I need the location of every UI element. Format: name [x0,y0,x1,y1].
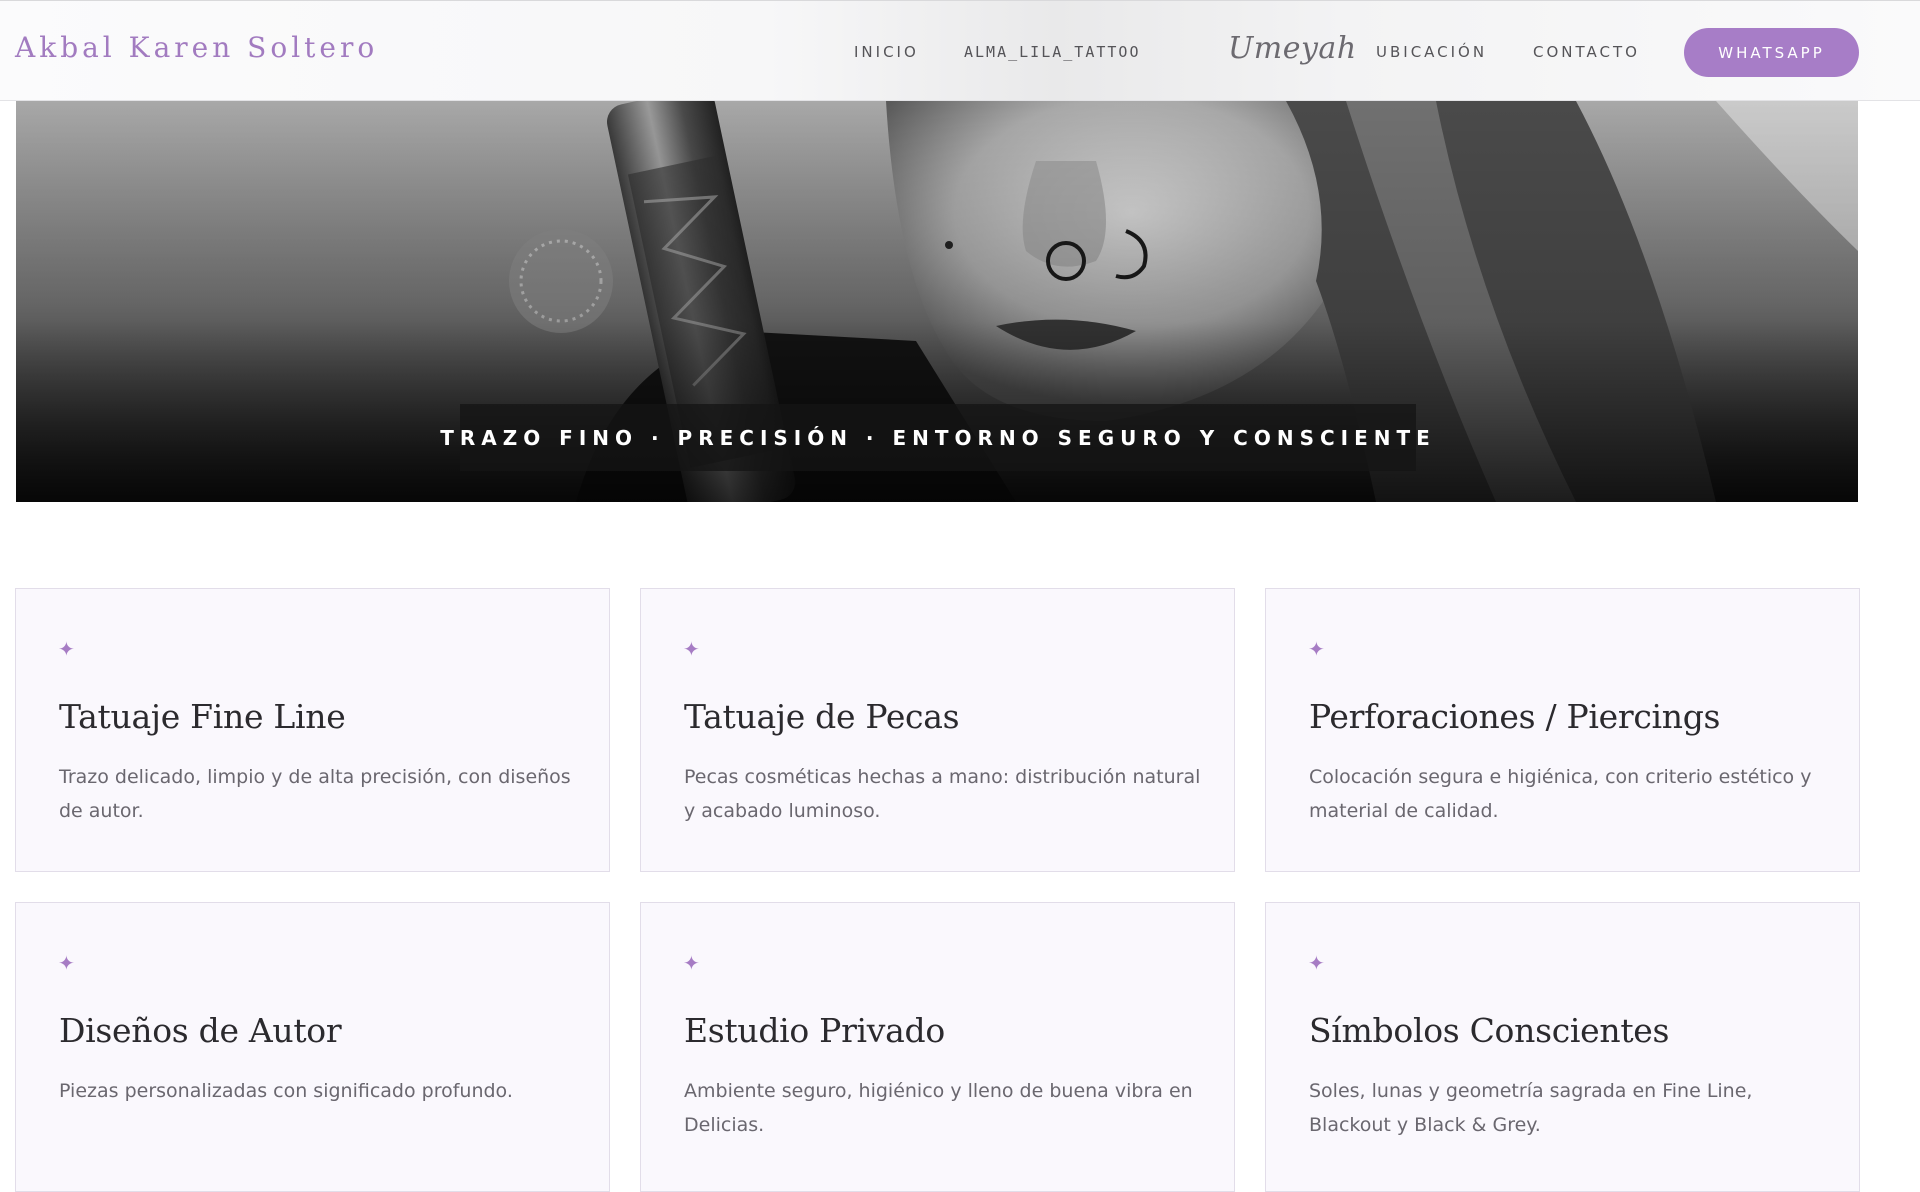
service-card-pecas[interactable]: ✦ Tatuaje de Pecas Pecas cosméticas hech… [640,588,1235,872]
service-card-estudio[interactable]: ✦ Estudio Privado Ambiente seguro, higié… [640,902,1235,1192]
site-header: Akbal Karen Soltero INICIO ALMA_LILA_TAT… [0,0,1920,101]
nav-ubicacion[interactable]: UBICACIÓN [1376,43,1487,61]
service-card-piercings[interactable]: ✦ Perforaciones / Piercings Colocación s… [1265,588,1860,872]
service-card-disenos[interactable]: ✦ Diseños de Autor Piezas personalizadas… [15,902,610,1192]
service-card-simbolos[interactable]: ✦ Símbolos Conscientes Soles, lunas y ge… [1265,902,1860,1192]
card-title: Perforaciones / Piercings [1309,697,1721,736]
sparkle-icon: ✦ [58,637,75,661]
card-title: Diseños de Autor [59,1011,342,1050]
nav-contacto[interactable]: CONTACTO [1533,43,1640,61]
hero-tagline: TRAZO FINO · PRECISIÓN · ENTORNO SEGURO … [440,404,1430,471]
service-card-fine-line[interactable]: ✦ Tatuaje Fine Line Trazo delicado, limp… [15,588,610,872]
card-description: Trazo delicado, limpio y de alta precisi… [59,766,571,822]
card-title: Tatuaje Fine Line [59,697,346,736]
card-description: Piezas personalizadas con significado pr… [59,1080,513,1102]
card-description: Pecas cosméticas hechas a mano: distribu… [684,766,1201,822]
hero-banner: TRAZO FINO · PRECISIÓN · ENTORNO SEGURO … [16,101,1858,502]
card-title: Símbolos Conscientes [1309,1011,1670,1050]
sparkle-icon: ✦ [683,951,700,975]
card-description: Soles, lunas y geometría sagrada en Fine… [1309,1080,1753,1136]
nav-umeyah[interactable]: Umeyah [1228,31,1357,66]
card-title: Tatuaje de Pecas [684,697,960,736]
sparkle-icon: ✦ [683,637,700,661]
nav-alma-lila-tattoo[interactable]: ALMA_LILA_TATTOO [964,43,1141,61]
sparkle-icon: ✦ [1308,951,1325,975]
whatsapp-button[interactable]: WHATSAPP [1684,28,1859,77]
brand-logo-text[interactable]: Akbal Karen Soltero [15,31,378,64]
card-description: Colocación segura e higiénica, con crite… [1309,766,1812,822]
sparkle-icon: ✦ [1308,637,1325,661]
nav-inicio[interactable]: INICIO [854,43,919,61]
card-description: Ambiente seguro, higiénico y lleno de bu… [684,1080,1193,1136]
sparkle-icon: ✦ [58,951,75,975]
card-title: Estudio Privado [684,1011,945,1050]
